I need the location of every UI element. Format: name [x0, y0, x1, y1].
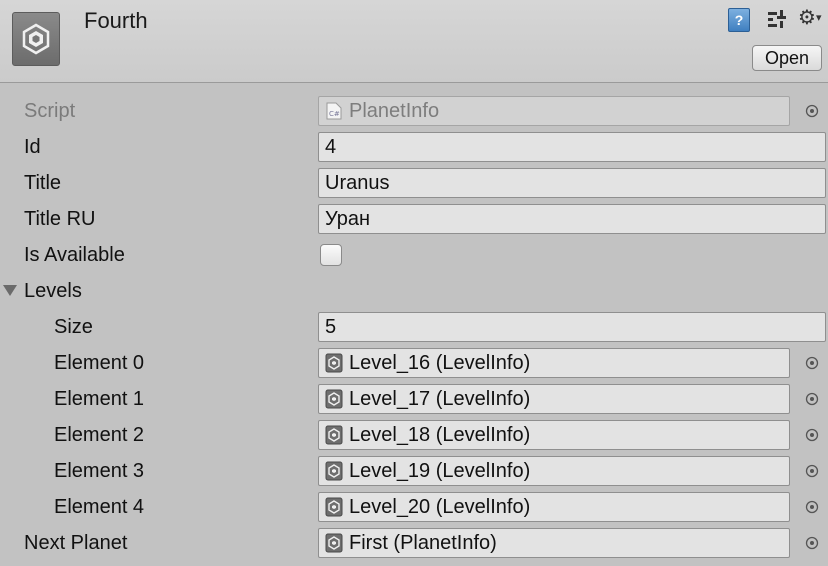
svg-text:C#: C# [329, 110, 340, 118]
object-field-value: Level_19 (LevelInfo) [349, 460, 531, 482]
list-item: Element 1 Level_17 (LevelInfo) [0, 381, 828, 417]
next-planet-row: Next Planet First (PlanetInfo) [0, 525, 828, 561]
size-label: Size [54, 316, 93, 338]
element-label: Element 2 [54, 424, 145, 446]
element-label: Element 4 [54, 496, 145, 518]
object-field[interactable]: Level_17 (LevelInfo) [318, 384, 790, 414]
title-ru-input[interactable]: Уран [318, 204, 826, 234]
next-planet-value: First (PlanetInfo) [349, 532, 497, 554]
gear-icon[interactable]: ⚙▾ [798, 6, 826, 30]
object-picker-icon[interactable] [805, 536, 819, 550]
list-item: Element 4 Level_20 (LevelInfo) [0, 489, 828, 525]
object-picker-icon[interactable] [805, 104, 819, 118]
object-field[interactable]: Level_16 (LevelInfo) [318, 348, 790, 378]
csharp-script-icon: C# [325, 101, 343, 121]
script-value: PlanetInfo [349, 100, 440, 122]
asset-title: Fourth [84, 8, 148, 33]
levels-label[interactable]: Levels [24, 273, 82, 309]
is-available-checkbox[interactable] [320, 244, 342, 266]
script-label: Script [24, 100, 76, 122]
object-field[interactable]: Level_18 (LevelInfo) [318, 420, 790, 450]
scriptable-object-icon [325, 461, 343, 481]
help-icon[interactable]: ? [728, 8, 750, 32]
is-available-label: Is Available [24, 244, 125, 266]
title-label: Title [24, 172, 62, 194]
object-picker-icon[interactable] [805, 392, 819, 406]
scriptable-object-icon [325, 497, 343, 517]
scriptable-object-icon [325, 425, 343, 445]
list-item: Element 2 Level_18 (LevelInfo) [0, 417, 828, 453]
object-field[interactable]: Level_19 (LevelInfo) [318, 456, 790, 486]
next-planet-label: Next Planet [24, 532, 128, 554]
element-label: Element 0 [54, 352, 145, 374]
unity-asset-icon [12, 12, 60, 66]
object-picker-icon[interactable] [805, 356, 819, 370]
open-button[interactable]: Open [752, 45, 822, 71]
object-picker-icon[interactable] [805, 428, 819, 442]
list-item: Element 0 Level_16 (LevelInfo) [0, 345, 828, 381]
element-label: Element 3 [54, 460, 145, 482]
object-field-value: Level_16 (LevelInfo) [349, 352, 531, 374]
script-row: Script C# PlanetInfo [0, 93, 828, 129]
object-field-value: Level_17 (LevelInfo) [349, 388, 531, 410]
object-picker-icon[interactable] [805, 500, 819, 514]
preset-icon[interactable] [766, 8, 788, 30]
object-field-value: Level_18 (LevelInfo) [349, 424, 531, 446]
is-available-row: Is Available [0, 237, 828, 273]
id-row: Id 4 [0, 129, 828, 165]
foldout-arrow-icon[interactable] [3, 285, 17, 296]
title-ru-row: Title RU Уран [0, 201, 828, 237]
list-item: Element 3 Level_19 (LevelInfo) [0, 453, 828, 489]
scriptable-object-icon [325, 389, 343, 409]
levels-size-row: Size 5 [0, 309, 828, 345]
object-field-value: Level_20 (LevelInfo) [349, 496, 531, 518]
levels-foldout[interactable]: Levels [0, 273, 828, 309]
id-input[interactable]: 4 [318, 132, 826, 162]
inspector-header: Fourth ? ⚙▾ Open [0, 0, 828, 83]
script-field: C# PlanetInfo [318, 96, 790, 126]
size-input[interactable]: 5 [318, 312, 826, 342]
element-label: Element 1 [54, 388, 145, 410]
object-picker-icon[interactable] [805, 464, 819, 478]
scriptable-object-icon [325, 353, 343, 373]
title-input[interactable]: Uranus [318, 168, 826, 198]
id-label: Id [24, 136, 41, 158]
title-row: Title Uranus [0, 165, 828, 201]
scriptable-object-icon [325, 533, 343, 553]
title-ru-label: Title RU [24, 208, 96, 230]
object-field[interactable]: Level_20 (LevelInfo) [318, 492, 790, 522]
next-planet-field[interactable]: First (PlanetInfo) [318, 528, 790, 558]
